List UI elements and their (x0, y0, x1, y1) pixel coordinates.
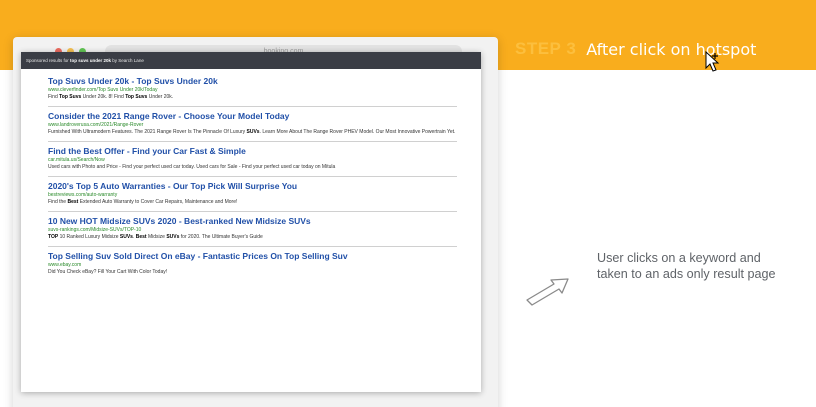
ad-url[interactable]: car.mitula.us/Search/Now (48, 157, 457, 164)
ad-title-link[interactable]: 2020's Top 5 Auto Warranties - Our Top P… (48, 181, 457, 192)
ads-results-panel: Sponsored results for top suvs under 20k… (21, 52, 481, 392)
ad-description: Find Top Suvs Under 20k. 8! Find Top Suv… (48, 94, 174, 100)
ad-description: Furnished With Ultramodern Features. The… (48, 129, 456, 135)
ad-result-item: Top Suvs Under 20k - Top Suvs Under 20k w… (48, 72, 457, 107)
ad-title-link[interactable]: Top Suvs Under 20k - Top Suvs Under 20k (48, 76, 457, 87)
info-line-1: User clicks on a keyword and (597, 251, 761, 265)
step-description: After click on hotspot (586, 39, 757, 59)
ad-title-link[interactable]: 10 New HOT Midsize SUVs 2020 - Best-rank… (48, 216, 457, 227)
ad-result-item: Top Selling Suv Sold Direct On eBay - Fa… (48, 247, 457, 281)
ad-url[interactable]: bestreviews.com/auto-warranty (48, 192, 457, 199)
ad-url[interactable]: www.ebay.com (48, 262, 457, 269)
ad-result-item: Consider the 2021 Range Rover - Choose Y… (48, 107, 457, 142)
ad-title-link[interactable]: Consider the 2021 Range Rover - Choose Y… (48, 111, 457, 122)
ad-url[interactable]: www.cleverfinder.com/Top Suvs Under 20k/… (48, 87, 457, 94)
ad-result-item: 2020's Top 5 Auto Warranties - Our Top P… (48, 177, 457, 212)
ad-description: TOP 10 Ranked Luxury Midsize SUVs. Best … (48, 234, 263, 240)
ad-url[interactable]: suvs-rankings.com/Midsize-SUVs/TOP-10 (48, 227, 457, 234)
move-cursor-icon (705, 51, 720, 72)
sponsored-suffix: by Search Lane (111, 58, 144, 63)
info-caption: User clicks on a keyword and taken to an… (597, 250, 816, 282)
step-number: STEP 3 (515, 39, 577, 58)
ad-results-list: Top Suvs Under 20k - Top Suvs Under 20k w… (21, 69, 481, 281)
up-right-arrow-icon (526, 278, 569, 306)
sponsored-header: Sponsored results for top suvs under 20k… (21, 52, 481, 69)
ad-url[interactable]: www.landroverusa.com/2021/Range-Rover (48, 122, 457, 129)
ad-title-link[interactable]: Find the Best Offer - Find your Car Fast… (48, 146, 457, 157)
sponsored-query: top suvs under 20k (70, 58, 112, 63)
ad-result-item: 10 New HOT Midsize SUVs 2020 - Best-rank… (48, 212, 457, 247)
ad-title-link[interactable]: Top Selling Suv Sold Direct On eBay - Fa… (48, 251, 457, 262)
ad-result-item: Find the Best Offer - Find your Car Fast… (48, 142, 457, 177)
sponsored-prefix: Sponsored results for (26, 58, 71, 63)
ad-description: Find the Best Extended Auto Warranty to … (48, 199, 238, 205)
ad-description: Did You Check eBay? Fill Your Cart With … (48, 269, 168, 275)
ad-description: Used cars with Photo and Price - Find yo… (48, 164, 336, 170)
info-line-2: taken to an ads only result page (597, 267, 776, 281)
